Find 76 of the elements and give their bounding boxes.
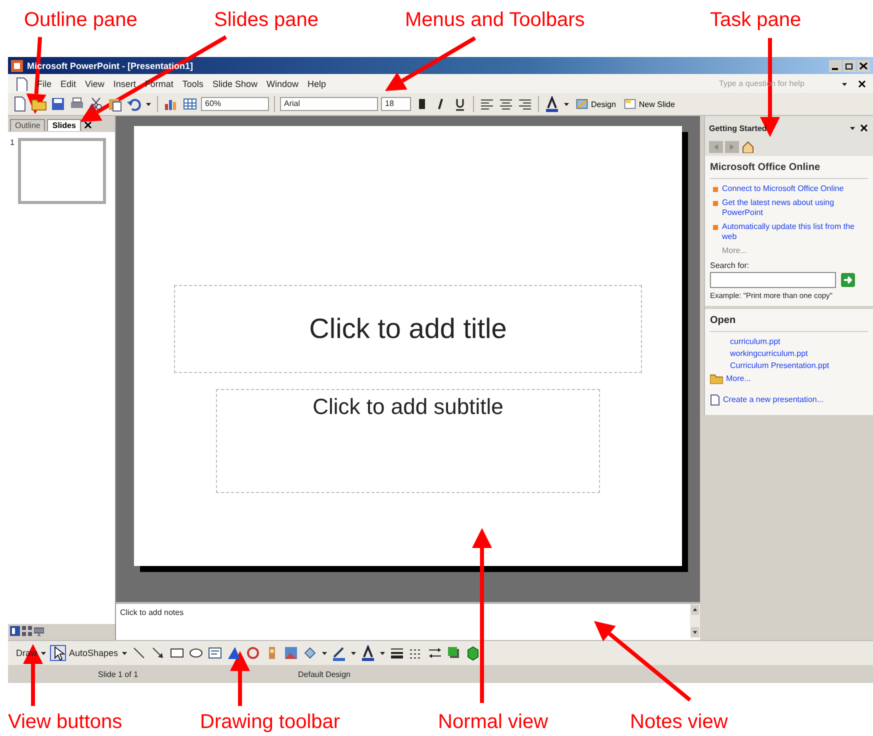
- subtitle-placeholder[interactable]: Click to add subtitle: [216, 389, 600, 493]
- task-pane-title[interactable]: Getting Started: [709, 124, 767, 132]
- document-icon[interactable]: [12, 96, 28, 112]
- font-dropdown[interactable]: Arial: [280, 97, 378, 111]
- picture-icon[interactable]: [283, 645, 300, 661]
- new-slide-icon: [622, 97, 637, 111]
- annotation-label: Normal view: [438, 710, 548, 734]
- toolbar-button[interactable]: New Slide: [620, 95, 677, 113]
- annotation-label: Notes view: [630, 710, 728, 734]
- file-link[interactable]: curriculum.ppt: [730, 337, 868, 346]
- autoshapes-menu[interactable]: AutoShapes: [69, 648, 118, 658]
- close-icon[interactable]: [82, 120, 93, 130]
- menu-item[interactable]: Insert: [113, 78, 136, 88]
- link[interactable]: Automatically update this list from the web: [722, 222, 868, 242]
- file-link[interactable]: workingcurriculum.ppt: [730, 349, 868, 358]
- scissors-icon[interactable]: [88, 96, 104, 112]
- paste-icon[interactable]: [107, 96, 123, 112]
- section-heading: Microsoft Office Online: [710, 160, 868, 179]
- minimize-icon[interactable]: [829, 60, 842, 72]
- go-button[interactable]: [841, 273, 855, 287]
- title-placeholder[interactable]: Click to add title: [174, 285, 642, 373]
- slide-sorter-icon[interactable]: [22, 626, 32, 636]
- status-text: Slide 1 of 1: [97, 670, 140, 678]
- menu-item[interactable]: View: [85, 78, 104, 88]
- annotation-label: Task pane: [710, 8, 802, 32]
- document-icon[interactable]: [14, 76, 28, 90]
- toolbar-button[interactable]: Design: [573, 95, 618, 113]
- annotation-label: Drawing toolbar: [200, 710, 340, 734]
- file-link[interactable]: Curriculum Presentation.ppt: [730, 361, 868, 370]
- document-icon: [710, 394, 720, 406]
- zoom-dropdown[interactable]: 60%: [201, 97, 269, 111]
- slide-number: 1: [10, 138, 14, 147]
- menu-item[interactable]: Tools: [182, 78, 204, 88]
- annotation-label: Outline pane: [24, 8, 138, 32]
- link[interactable]: Connect to Microsoft Office Online: [722, 184, 844, 194]
- more-link[interactable]: More...: [726, 374, 751, 384]
- bullet-icon: [713, 225, 718, 230]
- annotation-arrow: [230, 651, 250, 706]
- normal-view-icon[interactable]: [10, 626, 20, 636]
- bullet-icon: [713, 187, 718, 192]
- slide-thumbnail[interactable]: [18, 138, 106, 204]
- restore-icon[interactable]: [843, 60, 856, 72]
- folder-icon: [710, 373, 723, 384]
- arrow-style-icon[interactable]: [427, 645, 444, 661]
- menu-item[interactable]: Edit: [60, 78, 76, 88]
- close-icon[interactable]: [857, 60, 870, 72]
- link[interactable]: Get the latest news about using PowerPoint: [722, 198, 868, 218]
- search-label: Search for:: [710, 261, 750, 270]
- pane-tab[interactable]: Slides: [47, 119, 81, 131]
- close-icon[interactable]: [857, 78, 867, 88]
- create-link[interactable]: Create a new presentation...: [723, 395, 824, 405]
- menu-item[interactable]: Slide Show: [212, 78, 258, 88]
- font-color-icon[interactable]: [544, 96, 560, 112]
- scrollbar[interactable]: [690, 604, 700, 638]
- section-heading: Open: [710, 313, 868, 332]
- bullet-icon: [713, 201, 718, 206]
- app-icon: [11, 60, 23, 72]
- save-icon[interactable]: [50, 96, 66, 112]
- annotation-label: Slides pane: [214, 8, 319, 32]
- annotation-label: Menus and Toolbars: [405, 8, 585, 32]
- search-field[interactable]: [710, 272, 836, 288]
- undo-icon[interactable]: [126, 96, 142, 112]
- close-icon[interactable]: [859, 123, 869, 133]
- font-size-dropdown[interactable]: 18: [381, 97, 411, 111]
- text-box-icon[interactable]: [207, 645, 224, 661]
- slide-show-icon[interactable]: [34, 626, 44, 636]
- cursor-icon[interactable]: [50, 645, 66, 661]
- status-text: Default Design: [298, 670, 350, 678]
- pane-tab[interactable]: Outline: [10, 119, 46, 131]
- menu-item[interactable]: Window: [266, 78, 298, 88]
- annotation-label: View buttons: [8, 710, 122, 734]
- line-color-icon[interactable]: [331, 645, 348, 661]
- font-color-icon[interactable]: [360, 645, 376, 661]
- design-icon: [575, 97, 589, 111]
- table-icon[interactable]: [182, 96, 198, 112]
- menu-item[interactable]: Help: [307, 78, 326, 88]
